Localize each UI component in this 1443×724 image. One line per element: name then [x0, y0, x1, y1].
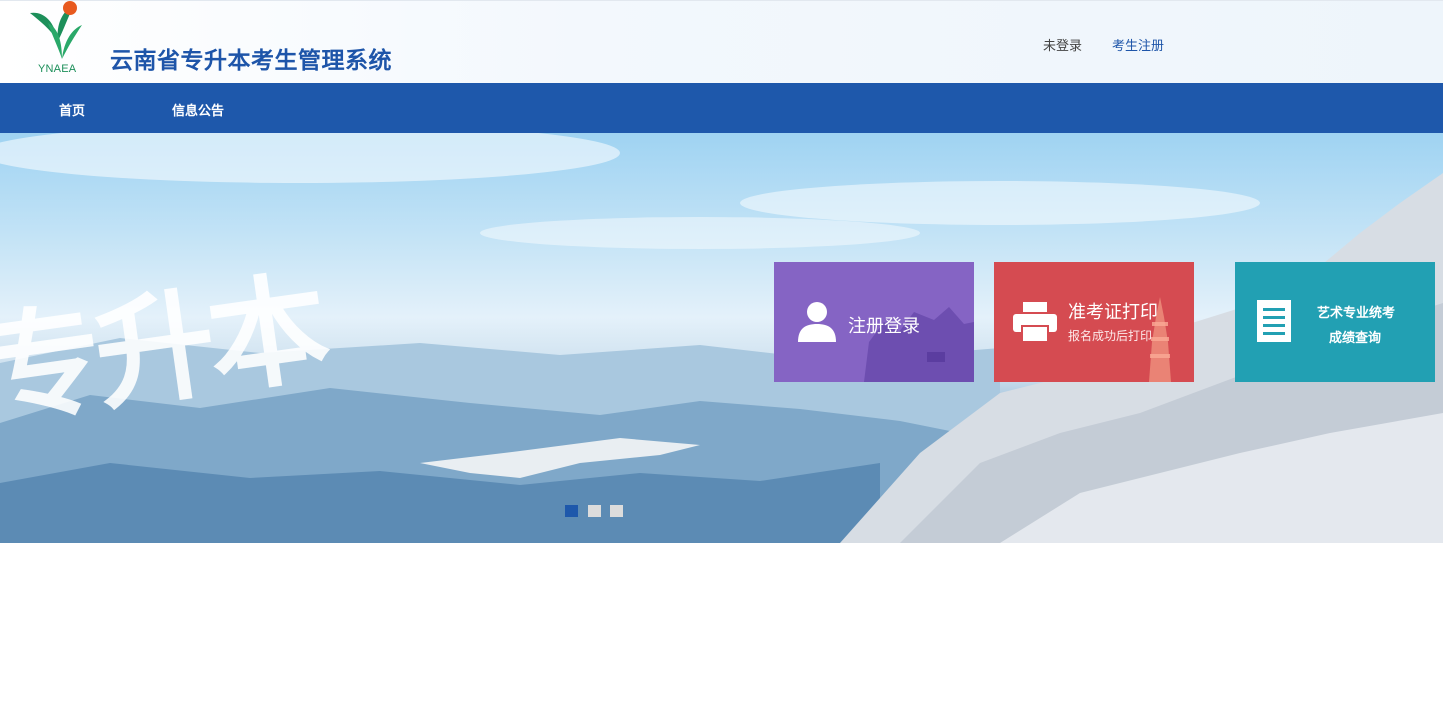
tile-register-login[interactable]: 注册登录: [774, 262, 974, 382]
site-header: YNAEA 云南省专升本考生管理系统 未登录 考生注册: [0, 0, 1443, 83]
tile-art-score-query[interactable]: 艺术专业统考 成绩查询: [1235, 262, 1435, 382]
tile-art-score-line1: 艺术专业统考: [1317, 306, 1396, 321]
logo-text: YNAEA: [38, 63, 77, 75]
tile-admission-ticket[interactable]: 准考证打印 报名成功后打印: [994, 262, 1194, 382]
tile-admission-ticket-label: 准考证打印: [1068, 302, 1158, 323]
tile-register-login-label: 注册登录: [848, 316, 920, 337]
main-nav: 首页 信息公告: [0, 83, 1443, 133]
hero-banner: 专升本 注册登录 准考证打印 报名成功后打印 艺术专业统考 成绩查询: [0, 133, 1443, 543]
tile-art-score-line2: 成绩查询: [1329, 331, 1382, 346]
carousel-dot-1[interactable]: [565, 505, 578, 517]
register-link[interactable]: 考生注册: [1112, 35, 1164, 54]
carousel-dot-3[interactable]: [610, 505, 623, 517]
tile-admission-ticket-subtitle: 报名成功后打印: [1068, 329, 1153, 343]
carousel-dot-2[interactable]: [588, 505, 601, 517]
nav-item-notice[interactable]: 信息公告: [172, 100, 224, 119]
site-title: 云南省专升本考生管理系统: [110, 48, 392, 74]
login-status[interactable]: 未登录: [1043, 35, 1082, 54]
ynaea-logo[interactable]: YNAEA: [28, 1, 88, 81]
nav-item-home[interactable]: 首页: [59, 100, 85, 119]
